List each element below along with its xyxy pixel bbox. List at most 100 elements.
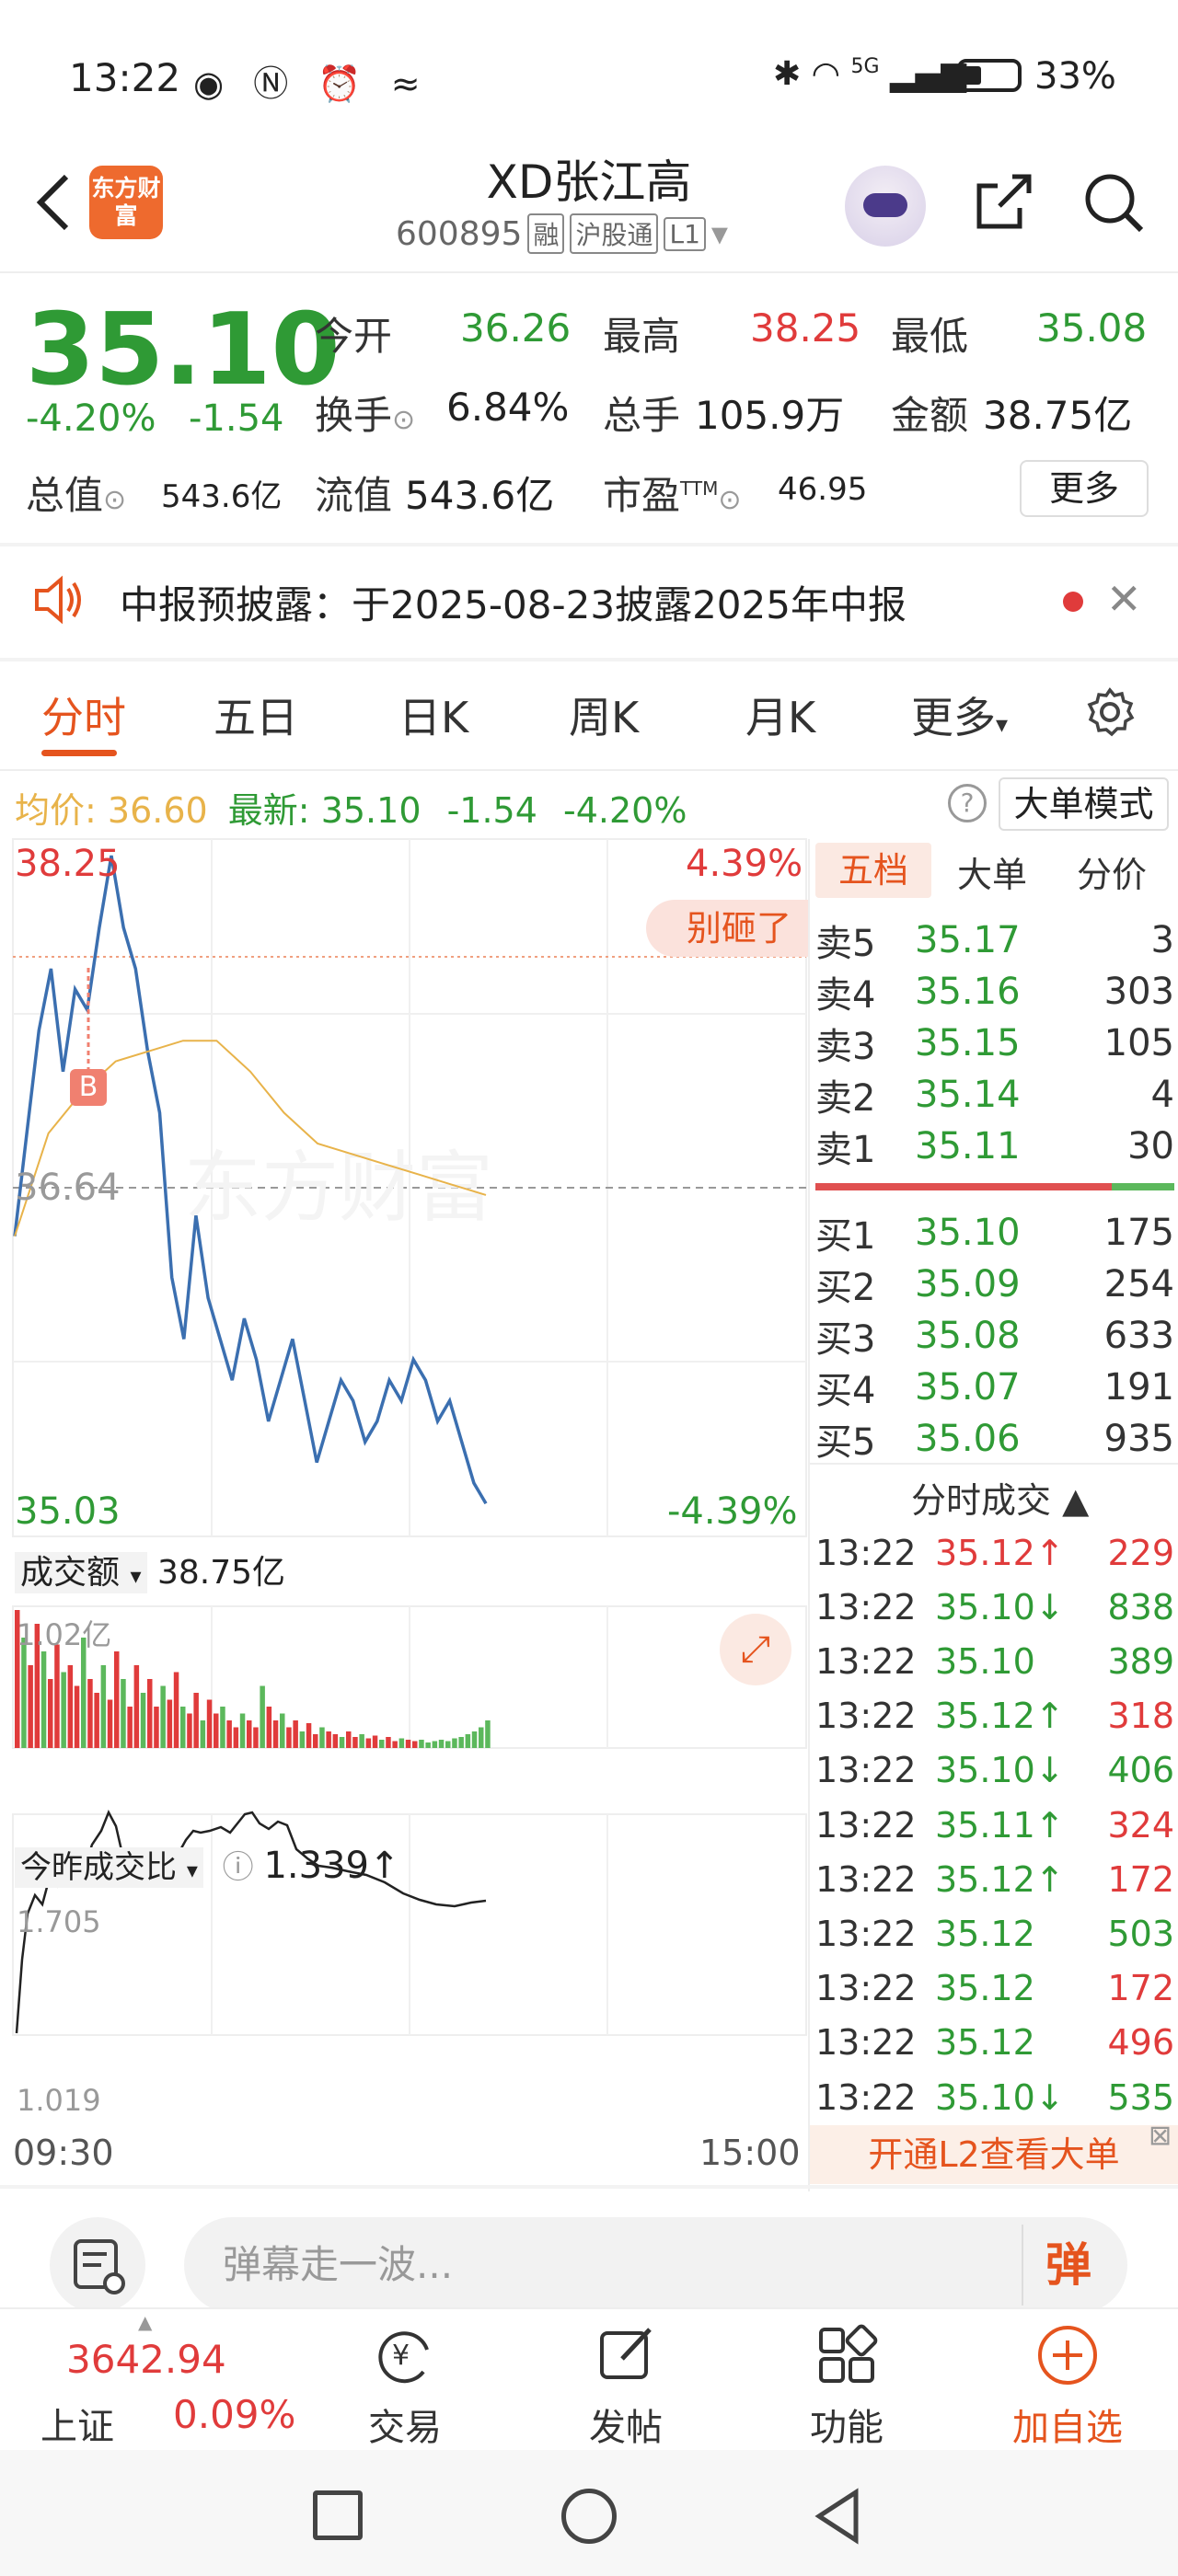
danmu-button[interactable]: 弹 — [1022, 2225, 1114, 2306]
ask-row[interactable]: 卖2 35.14 4 — [815, 1069, 1174, 1121]
bid-row[interactable]: 买1 35.10 175 — [815, 1207, 1174, 1259]
intraday-chart[interactable]: 东方财富 — [0, 837, 810, 2134]
status-right-icons: ✱ ◠ 5G ▂▄▆ — [773, 55, 966, 93]
volume-bar — [48, 1679, 53, 1748]
pe-label: 市盈TTM⊙ — [603, 473, 742, 518]
gear-icon[interactable] — [1082, 684, 1138, 740]
level-label: 卖3 — [815, 1026, 876, 1068]
tick-price: 35.11↑ — [935, 1804, 1065, 1846]
danmu-input[interactable]: 弹幕走一波... — [184, 2217, 1127, 2313]
volume-selector[interactable]: 成交额 ▾ 38.75亿 — [15, 1546, 285, 1593]
tick-price: 35.12 — [935, 1913, 1035, 1954]
volume-bar — [21, 1638, 27, 1748]
expand-icon[interactable]: ⤢ — [720, 1614, 791, 1685]
volume-bar — [239, 1713, 246, 1748]
float-value: 543.6亿 — [405, 473, 555, 518]
volume-bar — [398, 1738, 405, 1748]
recent-apps-icon[interactable] — [313, 2490, 363, 2540]
tab-five-day[interactable]: 五日 — [214, 684, 298, 745]
volume-bar — [81, 1638, 87, 1748]
tab-intraday[interactable]: 分时 — [41, 684, 126, 745]
help-icon[interactable]: ? — [948, 784, 987, 822]
nav-functions[interactable]: 功能 — [778, 2318, 916, 2451]
nav-post[interactable]: 发帖 — [557, 2318, 695, 2451]
alarm-icon: ⏰ — [318, 63, 371, 104]
buy-marker[interactable]: B — [70, 1069, 107, 1106]
level-label: 买4 — [815, 1370, 876, 1412]
tag-bubble[interactable]: 别砸了 — [646, 900, 810, 957]
more-quote-button[interactable]: 更多 — [1020, 460, 1149, 517]
volume-bar — [214, 1713, 219, 1748]
ticks-title[interactable]: 分时成交 ▲ — [911, 1472, 1089, 1523]
ask-row[interactable]: 卖5 35.17 3 — [815, 914, 1174, 966]
volume-bar — [253, 1727, 259, 1748]
level-volume: 935 — [1103, 1418, 1174, 1460]
volume-bar — [465, 1734, 471, 1748]
tick-price: 35.12↑ — [935, 1532, 1065, 1573]
tab-monthly-k[interactable]: 月K — [745, 684, 815, 745]
back-arrow-icon[interactable] — [28, 166, 83, 239]
big-order-mode-button[interactable]: 大单模式 — [999, 777, 1169, 831]
status-left-icons: ◉ Ⓝ ⏰ ≈ — [193, 55, 430, 106]
share-icon[interactable] — [966, 166, 1040, 239]
index-name[interactable]: 上证 — [40, 2397, 114, 2450]
volume-bar — [133, 1665, 140, 1748]
svg-text:¥: ¥ — [392, 2340, 410, 2372]
plus-circle-icon — [1031, 2318, 1104, 2392]
home-icon[interactable] — [561, 2489, 617, 2544]
index-percent[interactable]: 0.09% — [173, 2392, 295, 2437]
tick-row: 13:22 35.10↓ 406 — [815, 1743, 1174, 1798]
ratio-selector[interactable]: 今昨成交比 ▾ ⓘ 1.339↑ — [15, 1842, 400, 1888]
mktcap-value: 543.6亿 — [161, 478, 283, 515]
eye-icon: ◉ — [193, 63, 234, 104]
back-nav-icon[interactable] — [810, 2487, 865, 2549]
tick-volume: 389 — [1107, 1640, 1174, 1682]
tab-weekly-k[interactable]: 周K — [569, 684, 639, 745]
level-volume: 254 — [1103, 1263, 1174, 1305]
notes-icon[interactable] — [50, 2217, 145, 2313]
close-icon[interactable]: ✕ — [1106, 574, 1142, 624]
ratio-value: 1.339↑ — [263, 1845, 400, 1887]
volume-bar — [405, 1740, 411, 1748]
bid-row[interactable]: 买5 35.06 935 — [815, 1413, 1174, 1465]
level-price: 35.16 — [915, 971, 1021, 1013]
volume-bar — [147, 1679, 153, 1748]
close-icon[interactable]: ⊠ — [1149, 2120, 1172, 2152]
tick-time: 13:22 — [815, 2076, 917, 2118]
tab-price-distribution[interactable]: 分价 — [1077, 846, 1147, 897]
level-price: 35.15 — [915, 1022, 1021, 1064]
tab-big-orders[interactable]: 大单 — [957, 846, 1027, 897]
volume-bar — [280, 1713, 285, 1748]
bid-row[interactable]: 买4 35.07 191 — [815, 1362, 1174, 1413]
index-value[interactable]: 3642.94 — [66, 2337, 226, 2382]
volume-bar — [121, 1679, 126, 1748]
tick-time: 13:22 — [815, 1750, 917, 1791]
tick-row: 13:22 35.12 172 — [815, 1961, 1174, 2016]
robot-avatar-icon[interactable] — [845, 166, 926, 247]
l2-banner[interactable]: 开通L2查看大单 — [810, 2125, 1178, 2184]
level-price: 35.09 — [915, 1263, 1021, 1305]
nav-trade[interactable]: ¥ 交易 — [336, 2318, 474, 2451]
notice-text[interactable]: 中报预披露：于2025-08-23披露2025年中报 — [120, 574, 907, 630]
volume-bar — [339, 1737, 345, 1748]
change-value: -1.54 — [189, 397, 284, 440]
volume-bar — [326, 1731, 331, 1748]
volume-bar — [173, 1672, 179, 1748]
chart-watermark: 东方财富 — [184, 1143, 493, 1233]
tab-more[interactable]: 更多▾ — [911, 684, 1008, 745]
nav-add-watchlist[interactable]: 加自选 — [999, 2318, 1137, 2451]
bid-row[interactable]: 买3 35.08 633 — [815, 1310, 1174, 1362]
bid-row[interactable]: 买2 35.09 254 — [815, 1259, 1174, 1310]
app-logo[interactable]: 东方财富 — [89, 166, 163, 239]
ask-row[interactable]: 卖4 35.16 303 — [815, 966, 1174, 1018]
tab-daily-k[interactable]: 日K — [398, 684, 468, 745]
tick-time: 13:22 — [815, 1532, 917, 1573]
stock-code-row[interactable]: 600895 融 沪股通 L1 ▾ — [396, 213, 728, 254]
ratio-min: 1.019 — [17, 2083, 101, 2118]
search-icon[interactable] — [1077, 166, 1150, 239]
ask-row[interactable]: 卖3 35.15 105 — [815, 1018, 1174, 1069]
open-label: 今开 — [315, 314, 393, 359]
ask-row[interactable]: 卖1 35.11 30 — [815, 1121, 1174, 1172]
volume-bar — [458, 1737, 464, 1748]
tab-five-levels[interactable]: 五档 — [815, 843, 931, 898]
